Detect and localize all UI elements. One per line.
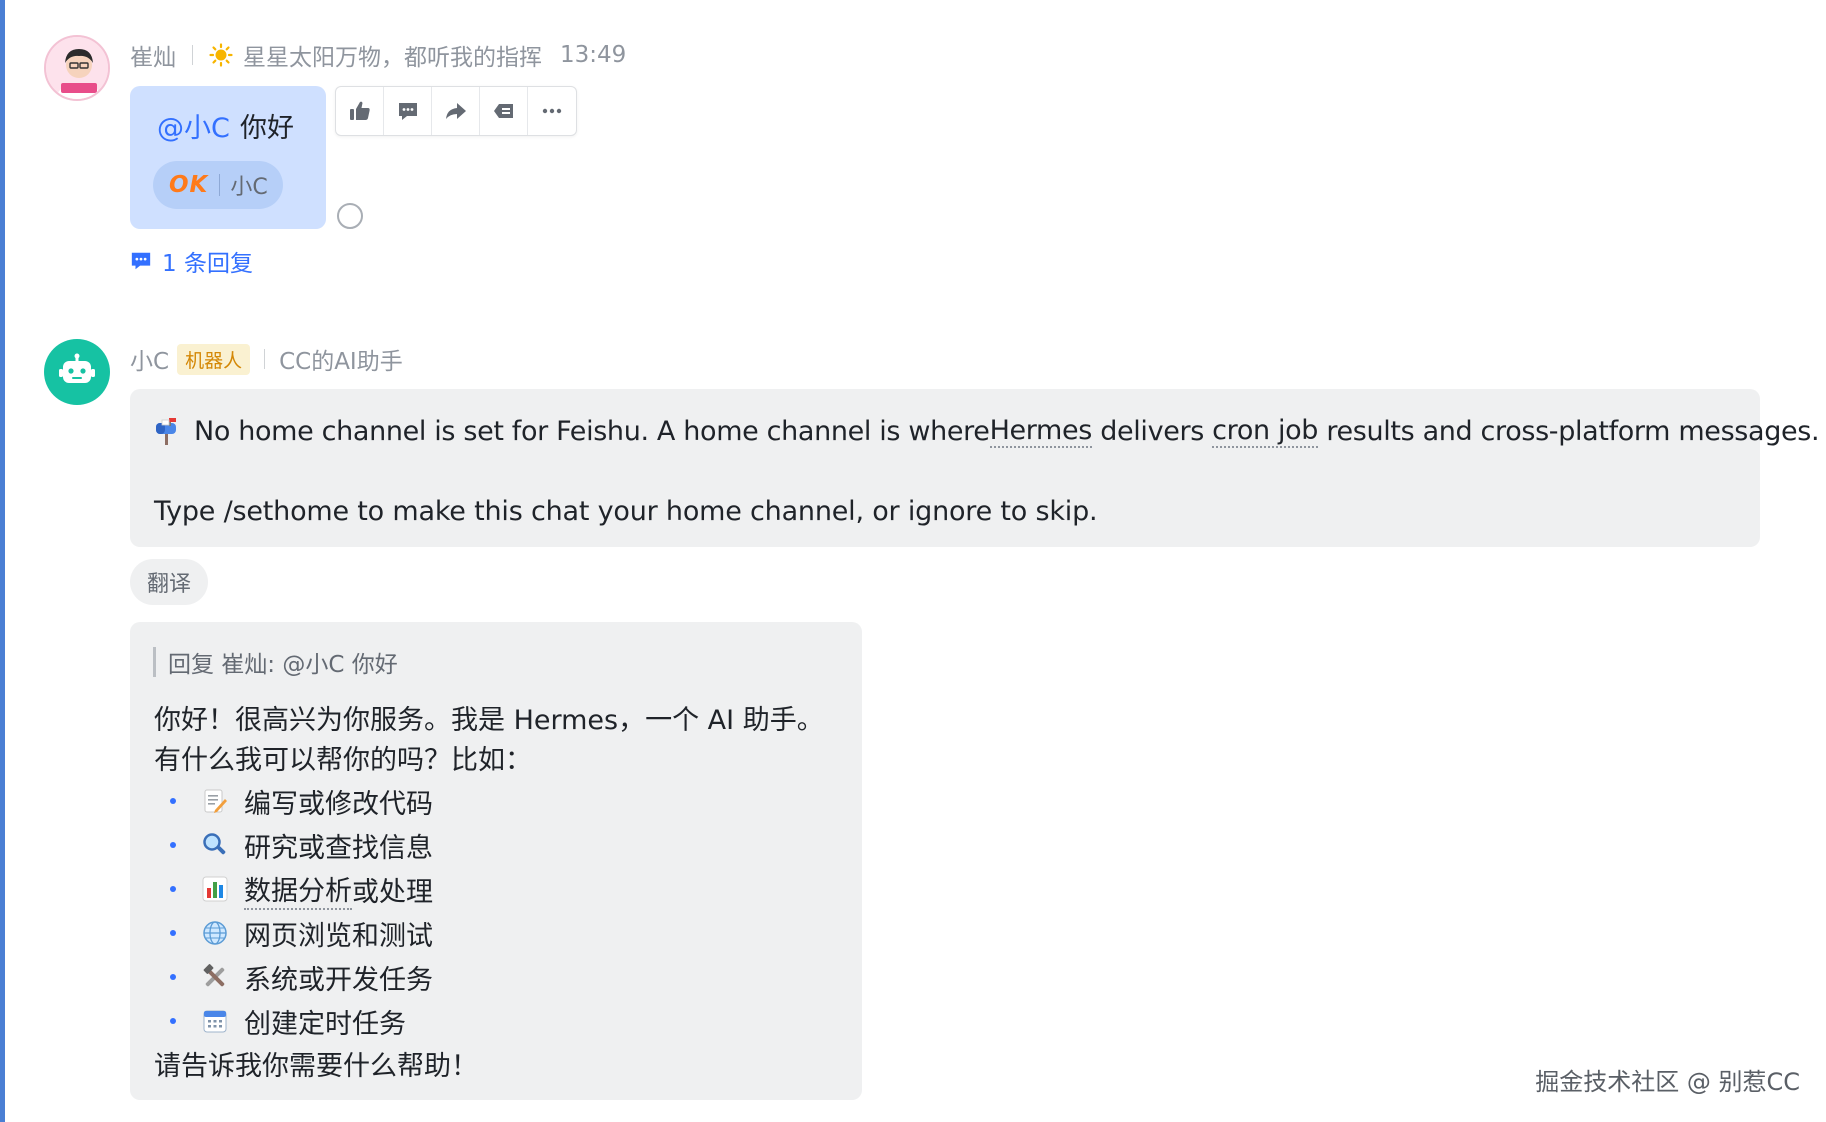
message-text: 你好 bbox=[240, 113, 294, 144]
bullet bbox=[170, 886, 176, 892]
bot-notice-bubble[interactable]: No home channel is set for Feishu. A hom… bbox=[130, 389, 1820, 547]
list-item-text: 研究或查找信息 bbox=[244, 832, 433, 864]
timestamp: 13:49 bbox=[560, 42, 627, 68]
ok-emoji: OK bbox=[169, 172, 209, 198]
calendar-icon bbox=[200, 1006, 230, 1036]
status-text: 星星太阳万物，都听我的指挥 bbox=[243, 45, 542, 71]
divider bbox=[219, 174, 221, 196]
comment-icon[interactable] bbox=[384, 87, 432, 135]
reply-count: 1 条回复 bbox=[162, 251, 253, 277]
reply-intro-line-1: 你好！很高兴为你服务。我是 Hermes，一个 AI 助手。 bbox=[154, 705, 824, 736]
sender-name[interactable]: 崔灿 bbox=[130, 38, 176, 72]
magnifier-icon bbox=[200, 830, 230, 860]
bullet bbox=[170, 930, 176, 936]
glossary-term-cron-job[interactable]: cron job bbox=[1212, 415, 1318, 448]
list-item-text: 系统或开发任务 bbox=[244, 964, 433, 996]
notice-text-2: Type /sethome to make this chat your hom… bbox=[154, 495, 1098, 527]
list-item: 网页浏览和测试 bbox=[170, 911, 433, 955]
chat-page: 崔灿 星星太阳万物，都听我的指挥 13:49 @小C 你好 OK 小C 1 条回… bbox=[0, 0, 1826, 1122]
translate-button[interactable]: 翻译 bbox=[130, 559, 208, 605]
bullet bbox=[170, 798, 176, 804]
reply-bubble-icon bbox=[130, 250, 152, 272]
watermark: 掘金技术社区 @ 别惹CC bbox=[1535, 1068, 1800, 1096]
list-item-text: 创建定时任务 bbox=[244, 1008, 406, 1040]
list-item: 研究或查找信息 bbox=[170, 823, 433, 867]
reply-quote[interactable]: 回复 崔灿: @小C 你好 bbox=[153, 647, 398, 678]
tools-icon bbox=[200, 962, 230, 992]
quote-text: 回复 崔灿: @小C 你好 bbox=[168, 652, 398, 678]
mailbox-icon bbox=[154, 417, 180, 445]
forward-icon[interactable] bbox=[432, 87, 480, 135]
divider bbox=[264, 349, 266, 369]
mention-link[interactable]: @小C bbox=[157, 106, 230, 145]
avatar[interactable] bbox=[44, 35, 110, 101]
list-item-text: 或处理 bbox=[352, 876, 433, 908]
more-icon[interactable] bbox=[528, 87, 576, 135]
bot-description: CC的AI助手 bbox=[279, 349, 403, 375]
reaction-chip[interactable]: OK 小C bbox=[153, 161, 283, 209]
label-icon[interactable] bbox=[480, 87, 528, 135]
list-item: 创建定时任务 bbox=[170, 999, 433, 1043]
read-status-icon[interactable] bbox=[337, 203, 363, 229]
list-item-text: 网页浏览和测试 bbox=[244, 920, 433, 952]
divider bbox=[192, 45, 193, 65]
reply-intro-line-2: 有什么我可以帮你的吗？比如： bbox=[154, 745, 532, 776]
capability-list: 编写或修改代码 研究或查找信息 数据分析 或处理 网页浏览和测试 系统或开发任务… bbox=[170, 779, 433, 1043]
bot-reply-bubble[interactable]: 回复 崔灿: @小C 你好 你好！很高兴为你服务。我是 Hermes，一个 AI… bbox=[130, 622, 862, 1100]
notice-text-b: delivers bbox=[1091, 415, 1213, 447]
list-item-text: 编写或修改代码 bbox=[244, 788, 433, 820]
thumbs-up-icon[interactable] bbox=[336, 87, 384, 135]
notice-text-a: No home channel is set for Feishu. A hom… bbox=[194, 415, 990, 447]
list-item: 系统或开发任务 bbox=[170, 955, 433, 999]
bot-badge: 机器人 bbox=[177, 343, 251, 375]
message-header: 小C 机器人 CC的AI助手 bbox=[130, 343, 403, 375]
message-header: 崔灿 星星太阳万物，都听我的指挥 13:49 bbox=[130, 38, 627, 72]
notice-paragraph: No home channel is set for Feishu. A hom… bbox=[154, 411, 1820, 451]
sun-icon bbox=[209, 43, 233, 67]
reaction-user: 小C bbox=[230, 175, 268, 200]
glossary-term-hermes[interactable]: Hermes bbox=[989, 415, 1092, 448]
memo-icon bbox=[200, 786, 230, 816]
bullet bbox=[170, 974, 176, 980]
bullet bbox=[170, 1018, 176, 1024]
thread-replies-link[interactable]: 1 条回复 bbox=[130, 246, 253, 277]
notice-text-c: results and cross-platform messages. bbox=[1318, 415, 1820, 447]
selection-indicator-bar bbox=[0, 0, 5, 1122]
notice-paragraph-2: Type /sethome to make this chat your hom… bbox=[154, 491, 1098, 531]
list-item: 数据分析 或处理 bbox=[170, 867, 433, 911]
user-message-bubble[interactable]: @小C 你好 OK 小C bbox=[130, 86, 326, 229]
bullet bbox=[170, 842, 176, 848]
bot-avatar[interactable] bbox=[44, 339, 110, 405]
reply-outro: 请告诉我你需要什么帮助！ bbox=[154, 1051, 478, 1082]
glossary-term[interactable]: 数据分析 bbox=[244, 869, 352, 910]
globe-icon bbox=[200, 918, 230, 948]
list-item: 编写或修改代码 bbox=[170, 779, 433, 823]
bar-chart-icon bbox=[200, 874, 230, 904]
message-action-toolbar bbox=[335, 86, 577, 136]
sender-name[interactable]: 小C bbox=[130, 342, 169, 376]
